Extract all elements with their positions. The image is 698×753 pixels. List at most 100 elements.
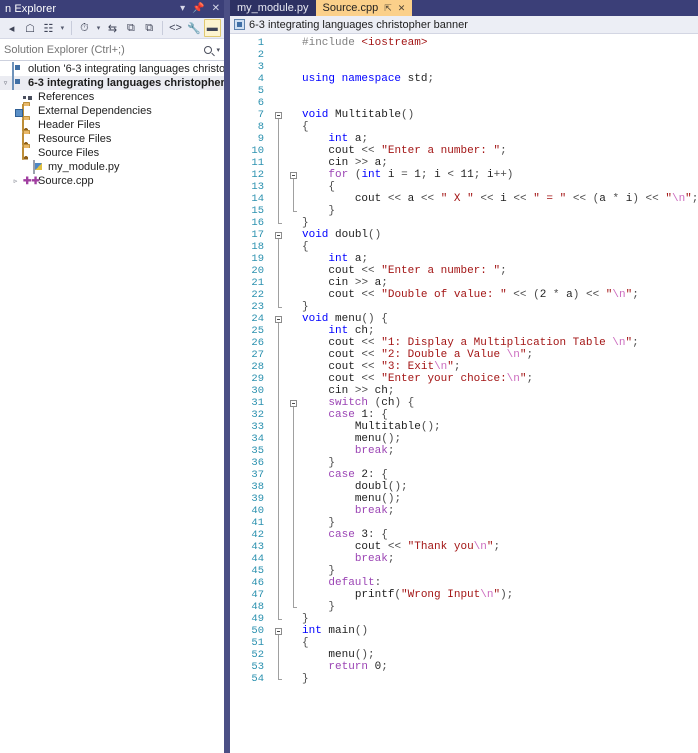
code-line[interactable]: 47 printf("Wrong Input\n"); xyxy=(230,589,698,601)
search-icon[interactable] xyxy=(204,46,213,54)
code-line[interactable]: 26 cout << "1: Display a Multiplication … xyxy=(230,337,698,349)
fold-margin-inner xyxy=(286,445,300,457)
code-line[interactable]: 28 cout << "3: Exit\n"; xyxy=(230,361,698,373)
code-line[interactable]: 23} xyxy=(230,301,698,313)
code-line[interactable]: 22 cout << "Double of value: " << (2 * a… xyxy=(230,289,698,301)
code-line[interactable]: 53 return 0; xyxy=(230,661,698,673)
code-line[interactable]: 17 void doubl() xyxy=(230,229,698,241)
code-line[interactable]: 27 cout << "2: Double a Value \n"; xyxy=(230,349,698,361)
code-line[interactable]: 20 cout << "Enter a number: "; xyxy=(230,265,698,277)
code-line[interactable]: 46 default: xyxy=(230,577,698,589)
show-all-files-icon[interactable]: ☷ xyxy=(40,19,57,37)
tree-item[interactable]: ▿ 6-3 integrating languages christopher b… xyxy=(0,75,224,90)
collapse-all-icon[interactable]: ⧉ xyxy=(141,19,158,37)
code-line[interactable]: 13 { xyxy=(230,181,698,193)
tree-item[interactable]: References xyxy=(0,90,224,104)
tree-item[interactable]: my_module.py xyxy=(0,159,224,174)
tab-my-module-py[interactable]: my_module.py xyxy=(230,0,316,16)
code-line[interactable]: 37 case 2: { xyxy=(230,469,698,481)
preview-selected-items-icon[interactable]: ▬ xyxy=(203,19,221,37)
code-line[interactable]: 41 } xyxy=(230,517,698,529)
code-line[interactable]: 29 cout << "Enter your choice:\n"; xyxy=(230,373,698,385)
code-line[interactable]: 48 } xyxy=(230,601,698,613)
line-number: 6 xyxy=(257,97,264,109)
properties-icon[interactable]: 🔧 xyxy=(185,19,202,37)
tree-item[interactable]: olution '6-3 integrating languages chris… xyxy=(0,61,224,76)
code-line[interactable]: 42 case 3: { xyxy=(230,529,698,541)
fold-collapse-icon[interactable] xyxy=(274,627,282,635)
code-line[interactable]: 24 void menu() { xyxy=(230,313,698,325)
code-line[interactable]: 31 switch (ch) { xyxy=(230,397,698,409)
code-line[interactable]: 7 void Multitable() xyxy=(230,109,698,121)
code-line[interactable]: 32 case 1: { xyxy=(230,409,698,421)
refresh-icon[interactable]: ⧉ xyxy=(122,19,139,37)
code-line[interactable]: 1 #include <iostream> xyxy=(230,37,698,49)
code-line[interactable]: 6 xyxy=(230,97,698,109)
chevron-down-icon[interactable]: ▾ xyxy=(216,46,220,54)
code-line[interactable]: 35 break; xyxy=(230,445,698,457)
back-icon[interactable]: ◂ xyxy=(3,19,20,37)
code-line[interactable]: 21 cin >> a; xyxy=(230,277,698,289)
chevron-down-icon[interactable]: ▾ xyxy=(180,4,185,14)
code-line[interactable]: 12 for (int i = 1; i < 11; i++) xyxy=(230,169,698,181)
breadcrumb-text[interactable]: 6-3 integrating languages christopher ba… xyxy=(249,19,468,31)
code-line[interactable]: 16} xyxy=(230,217,698,229)
code-line[interactable]: 50 int main() xyxy=(230,625,698,637)
show-all-files-caret-icon[interactable]: ▾ xyxy=(58,19,67,37)
code-line[interactable]: 36 } xyxy=(230,457,698,469)
search-input[interactable] xyxy=(4,43,174,56)
code-line[interactable]: 40 break; xyxy=(230,505,698,517)
code-editor-surface[interactable]: 1 #include <iostream> 2 3 4 using namespace s… xyxy=(230,34,698,753)
tree-item[interactable]: Resource Files xyxy=(0,131,224,146)
fold-collapse-icon[interactable] xyxy=(274,315,282,323)
fold-collapse-icon[interactable] xyxy=(274,111,282,119)
tree-item[interactable]: Header Files xyxy=(0,117,224,132)
code-line[interactable]: 14 cout << a << " X " << i << " = " << (… xyxy=(230,193,698,205)
code-line[interactable]: 11 cin >> a; xyxy=(230,157,698,169)
close-icon[interactable]: ✕ xyxy=(398,3,406,14)
tree-item[interactable]: Source Files xyxy=(0,145,224,160)
code-line[interactable]: 52 menu(); xyxy=(230,649,698,661)
sync-icon[interactable]: ⇆ xyxy=(104,19,121,37)
panel-title: n Explorer xyxy=(5,3,57,15)
pending-changes-icon[interactable]: ⏱ xyxy=(76,19,93,37)
line-number: 14 xyxy=(251,193,264,205)
tab-source-cpp[interactable]: Source.cpp ⇱ ✕ xyxy=(315,0,413,16)
home-icon[interactable]: ☖ xyxy=(21,19,38,37)
code-line[interactable]: 2 xyxy=(230,49,698,61)
code-line[interactable]: 4 using namespace std; xyxy=(230,73,698,85)
code-line[interactable]: 8{ xyxy=(230,121,698,133)
pin-icon[interactable]: ⇱ xyxy=(384,3,392,14)
code-line[interactable]: 3 xyxy=(230,61,698,73)
fold-collapse-icon[interactable] xyxy=(289,171,297,179)
pending-changes-caret-icon[interactable]: ▾ xyxy=(94,19,103,37)
code-line[interactable]: 44 break; xyxy=(230,553,698,565)
expander-icon[interactable]: ▿ xyxy=(0,79,11,87)
tree-item[interactable]: ▹ ✚✚ Source.cpp xyxy=(0,174,224,188)
fold-collapse-icon[interactable] xyxy=(289,399,297,407)
code-line[interactable]: 19 int a; xyxy=(230,253,698,265)
code-line[interactable]: 9 int a; xyxy=(230,133,698,145)
line-number: 28 xyxy=(251,361,264,373)
fold-collapse-icon[interactable] xyxy=(274,231,282,239)
pin-icon[interactable]: 📌 xyxy=(192,4,204,14)
code-line[interactable]: 10 cout << "Enter a number: "; xyxy=(230,145,698,157)
code-line[interactable]: 43 cout << "Thank you\n"; xyxy=(230,541,698,553)
code-line[interactable]: 51 { xyxy=(230,637,698,649)
code-line[interactable]: 25 int ch; xyxy=(230,325,698,337)
code-line[interactable]: 54} xyxy=(230,673,698,685)
close-icon[interactable]: ✕ xyxy=(212,4,220,14)
code-line[interactable]: 38 doubl(); xyxy=(230,481,698,493)
code-line[interactable]: 45 } xyxy=(230,565,698,577)
code-line[interactable]: 34 menu(); xyxy=(230,433,698,445)
code-line[interactable]: 18 { xyxy=(230,241,698,253)
code-line[interactable]: 39 menu(); xyxy=(230,493,698,505)
tree-item[interactable]: External Dependencies xyxy=(0,103,224,118)
code-line[interactable]: 15 } xyxy=(230,205,698,217)
code-line[interactable]: 49} xyxy=(230,613,698,625)
expander-icon[interactable]: ▹ xyxy=(10,177,21,185)
view-code-icon[interactable]: <> xyxy=(167,19,184,37)
code-line[interactable]: 5 xyxy=(230,85,698,97)
code-line[interactable]: 33 Multitable(); xyxy=(230,421,698,433)
code-line[interactable]: 30 cin >> ch; xyxy=(230,385,698,397)
